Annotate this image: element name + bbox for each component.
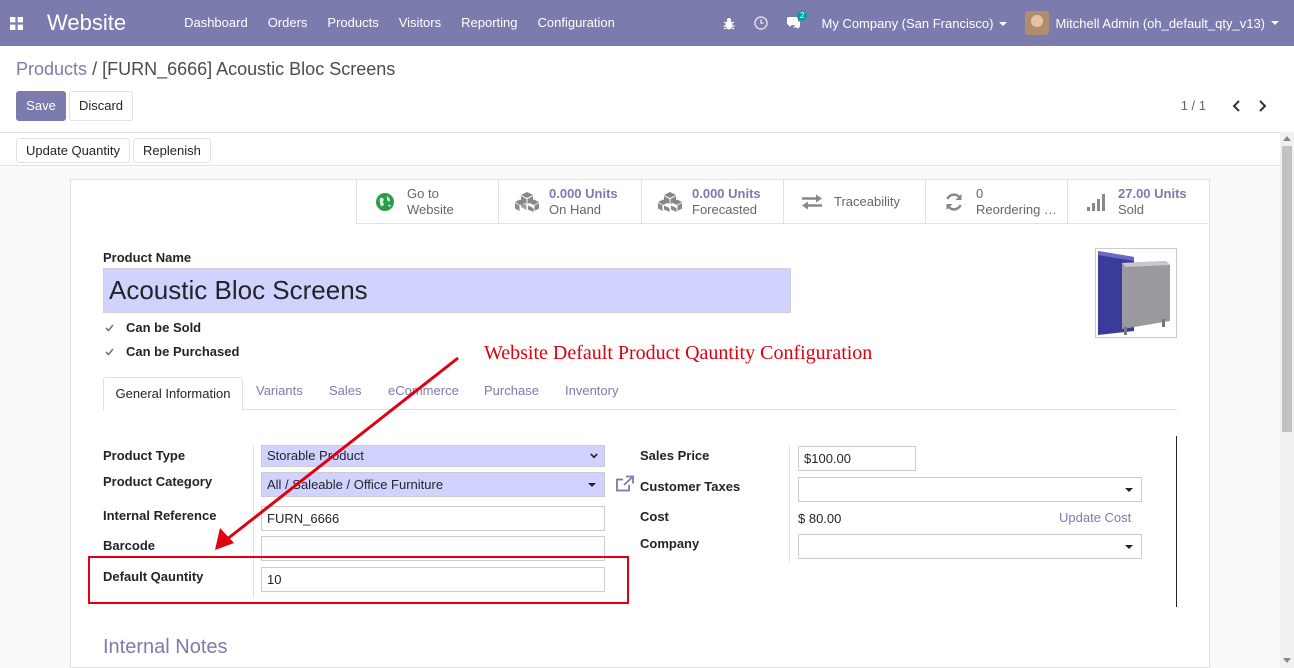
signal-icon [1082,190,1110,214]
pager-value[interactable]: 1 / 1 [1181,98,1206,113]
pager-next-icon[interactable] [1256,98,1270,114]
apps-menu-icon[interactable] [0,0,32,46]
chevron-down-icon [1125,488,1133,492]
menu-item-orders[interactable]: Orders [258,0,318,46]
cost-value: $ 80.00 [798,511,842,526]
debug-bug-icon[interactable] [713,0,745,46]
breadcrumb-current: [FURN_6666] Acoustic Bloc Screens [102,59,396,79]
scroll-thumb[interactable] [1282,146,1292,432]
stat-forecasted-label: Forecasted [692,201,758,217]
sales-price-input[interactable]: $100.00 [798,446,916,471]
stat-forecasted-value: 0.000 Units [692,185,761,201]
exchange-icon [798,190,826,214]
annotation-highlight-box [88,556,629,604]
cost-label: Cost [640,509,669,524]
stat-reordering-value: 0 [976,185,984,201]
product-category-label: Product Category [103,474,213,489]
action-bar: Update Quantity Replenish [0,132,1294,166]
internal-notes-title: Internal Notes [103,636,228,658]
stat-button-reordering[interactable]: 0 Reordering … [925,180,1067,224]
update-quantity-button[interactable]: Update Quantity [16,138,130,163]
can-be-sold-checkbox[interactable] [104,323,114,333]
breadcrumb-separator: / [92,59,98,79]
scroll-up-icon[interactable] [1283,136,1291,141]
annotation-arrow-icon [215,356,459,550]
stat-sold-value: 27.00 Units [1118,185,1187,201]
cubes-icon [513,190,541,214]
barcode-label: Barcode [103,538,156,553]
message-count-badge: 2 [797,11,808,21]
update-cost-link[interactable]: Update Cost [1059,510,1131,525]
tab-purchase[interactable]: Purchase [484,383,539,398]
user-name: Mitchell Admin (oh_default_qty_v13) [1055,15,1265,31]
activity-clock-icon[interactable] [745,0,777,46]
stat-button-website[interactable]: Go to Website [356,180,498,224]
chevron-down-icon [1125,545,1133,549]
tab-inventory[interactable]: Inventory [565,383,618,398]
user-menu[interactable]: Mitchell Admin (oh_default_qty_v13) [1025,11,1279,35]
annotation-text: Website Default Product Qauntity Configu… [484,342,873,364]
chevron-down-icon [999,22,1008,27]
stat-traceability-label: Traceability [834,193,900,209]
sales-price-label: Sales Price [640,448,710,463]
refresh-icon [940,190,968,214]
menu-item-products[interactable]: Products [317,0,388,46]
app-title[interactable]: Website [47,10,126,36]
form-right-border [1176,436,1177,607]
globe-icon [371,190,399,214]
label-separator-right [789,446,790,562]
replenish-button[interactable]: Replenish [133,138,211,163]
can-be-purchased-checkbox[interactable] [104,347,114,357]
stat-website-value: Go to [407,185,439,201]
customer-taxes-field[interactable] [798,477,1142,502]
pager-previous-icon[interactable] [1229,98,1243,114]
stat-button-on-hand[interactable]: 0.000 Units On Hand [498,180,641,224]
product-image[interactable] [1095,248,1177,338]
page-scrollbar[interactable] [1280,132,1294,668]
stat-website-label: Website [407,201,454,217]
product-type-label: Product Type [103,448,186,463]
company-label: Company [640,536,700,551]
product-name-label: Product Name [103,250,192,265]
stat-button-traceability[interactable]: Traceability [783,180,925,224]
stat-sold-label: Sold [1118,201,1145,217]
chevron-down-icon [588,483,596,487]
top-navbar: Website Dashboard Orders Products Visito… [0,0,1294,46]
company-field[interactable] [798,534,1142,559]
external-link-icon[interactable] [615,475,635,493]
stat-button-forecasted[interactable]: 0.000 Units Forecasted [641,180,783,224]
stat-reordering-label: Reordering … [976,201,1057,217]
menu-item-dashboard[interactable]: Dashboard [174,0,258,46]
main-menu: Dashboard Orders Products Visitors Repor… [174,0,625,46]
avatar [1025,11,1050,35]
chevron-down-icon [1271,21,1279,25]
messaging-icon[interactable]: 2 [777,0,809,46]
scroll-down-icon[interactable] [1283,658,1291,663]
can-be-sold-label: Can be Sold [126,320,202,335]
stat-button-sold[interactable]: 27.00 Units Sold [1067,180,1210,224]
menu-item-visitors[interactable]: Visitors [389,0,451,46]
breadcrumb-products-link[interactable]: Products [16,59,87,79]
stat-on-hand-value: 0.000 Units [549,185,618,201]
breadcrumb: Products / [FURN_6666] Acoustic Bloc Scr… [16,59,395,80]
company-switcher[interactable]: My Company (San Francisco) [821,15,1008,31]
discard-button[interactable]: Discard [69,91,133,121]
stat-on-hand-label: On Hand [549,201,602,217]
product-name-input[interactable]: Acoustic Bloc Screens [103,268,791,313]
customer-taxes-label: Customer Taxes [640,479,741,494]
menu-item-configuration[interactable]: Configuration [528,0,625,46]
save-button[interactable]: Save [16,91,66,121]
cubes-icon [656,190,684,214]
menu-item-reporting[interactable]: Reporting [451,0,527,46]
company-name: My Company (San Francisco) [821,15,994,31]
